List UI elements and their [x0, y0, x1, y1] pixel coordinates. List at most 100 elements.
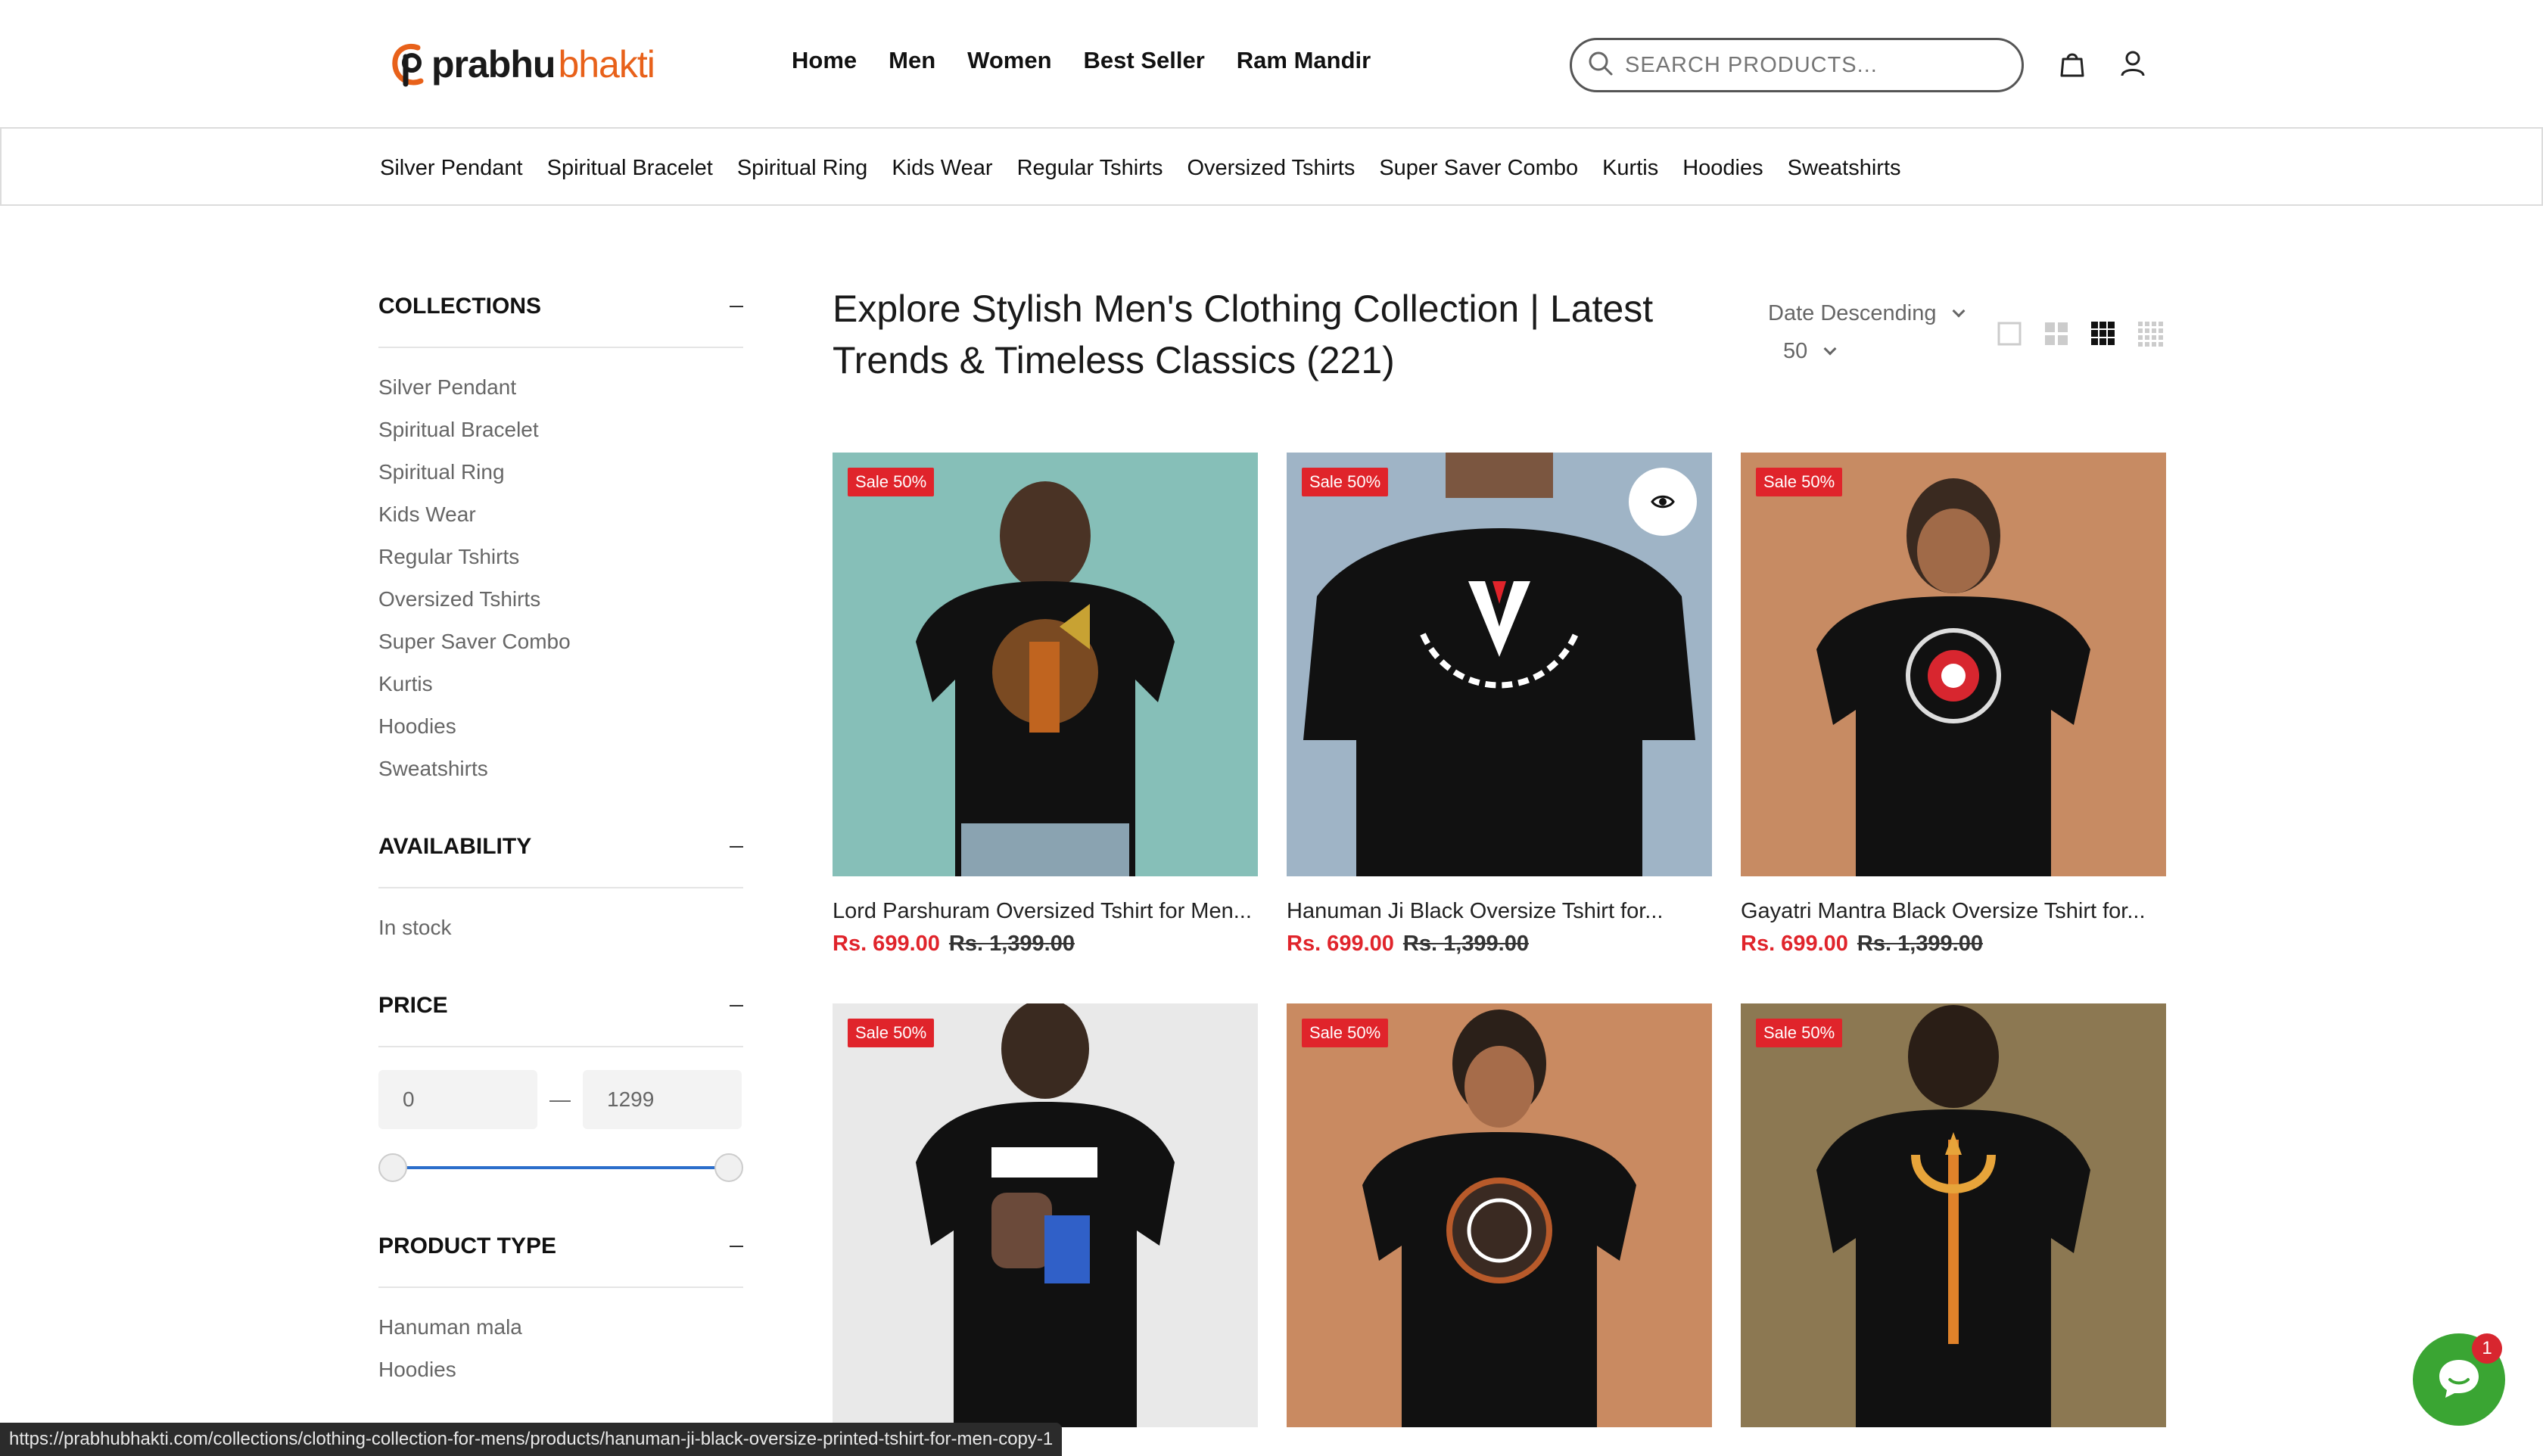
category-link[interactable]: Oversized Tshirts — [1187, 156, 1355, 181]
compare-price: Rs. 1,399.00 — [1402, 932, 1529, 956]
product-title[interactable]: Gayatri Mantra Black Oversize Tshirt for… — [1741, 899, 2166, 924]
product-image[interactable]: Sale 50% — [833, 453, 1258, 876]
sort-dropdown[interactable]: Date Descending — [1768, 301, 1966, 326]
nav-home[interactable]: Home — [792, 47, 857, 74]
product-image[interactable]: Sale 50% — [1741, 1003, 2166, 1427]
price-max-input[interactable]: 1299 — [583, 1070, 742, 1129]
product-type-filter-item[interactable]: Hanuman mala — [378, 1306, 743, 1349]
price-slider-track — [394, 1166, 728, 1169]
product-prices: Rs. 699.00 Rs. 1,399.00 — [1287, 932, 1712, 957]
product-title[interactable]: Lord Parshuram Oversized Tshirt for Men.… — [833, 899, 1258, 924]
nav-men[interactable]: Men — [889, 47, 935, 74]
product-image[interactable]: Sale 50% — [1287, 453, 1712, 876]
availability-list: In stock — [378, 888, 743, 949]
product-card[interactable]: Sale 50% Hanuman Ji Black Oversize Tshir… — [1287, 453, 1712, 957]
category-link[interactable]: Super Saver Combo — [1379, 156, 1578, 181]
collection-filter-item[interactable]: Kurtis — [378, 663, 743, 705]
category-link[interactable]: Silver Pendant — [380, 156, 523, 181]
collapse-icon[interactable] — [730, 846, 743, 848]
collection-filter-item[interactable]: Spiritual Bracelet — [378, 409, 743, 451]
sale-badge: Sale 50% — [1302, 468, 1389, 496]
price-separator: — — [549, 1087, 571, 1111]
category-link[interactable]: Spiritual Ring — [737, 156, 867, 181]
user-account-icon[interactable] — [2118, 48, 2148, 79]
search-input[interactable] — [1625, 52, 2003, 78]
search-bar — [1570, 38, 2024, 92]
collection-filter-item[interactable]: Spiritual Ring — [378, 451, 743, 493]
product-card[interactable]: Sale 50% — [833, 1003, 1258, 1427]
collapse-icon[interactable] — [730, 1005, 743, 1006]
filter-product-type-header[interactable]: PRODUCT TYPE — [378, 1227, 743, 1288]
sale-badge: Sale 50% — [1756, 468, 1843, 496]
product-card[interactable]: Sale 50% Gayatri Mantra Black Oversize T… — [1741, 453, 2166, 957]
chevron-down-icon — [1952, 304, 1966, 318]
product-prices: Rs. 699.00 Rs. 1,399.00 — [1741, 932, 2166, 957]
filter-collections-title: COLLECTIONS — [378, 294, 541, 319]
nav-best-seller[interactable]: Best Seller — [1084, 47, 1205, 74]
grid-4-column-icon[interactable] — [2137, 321, 2163, 347]
chat-bubble-icon — [2435, 1354, 2483, 1406]
sort-value: Date Descending — [1768, 301, 1937, 325]
collection-title: Explore Stylish Men's Clothing Collectio… — [833, 288, 1654, 381]
collection-filter-item[interactable]: Sweatshirts — [378, 748, 743, 790]
logo-mark-icon — [389, 40, 428, 89]
search-icon[interactable] — [1587, 50, 1614, 81]
filter-price-title: PRICE — [378, 993, 448, 1018]
shopping-bag-icon[interactable] — [2057, 48, 2087, 79]
per-page-dropdown[interactable]: 50 — [1783, 339, 1837, 364]
sale-badge: Sale 50% — [848, 468, 935, 496]
brand-name-part2: bhakti — [558, 43, 655, 86]
collection-filter-item[interactable]: Silver Pendant — [378, 366, 743, 409]
collection-filter-item[interactable]: Super Saver Combo — [378, 621, 743, 663]
product-card[interactable]: Sale 50% Lord Parshuram Oversized Tshirt… — [833, 453, 1258, 957]
collapse-icon[interactable] — [730, 306, 743, 307]
collapse-icon[interactable] — [730, 1246, 743, 1247]
brand-logo[interactable]: prabhu bhakti — [389, 38, 655, 91]
category-link[interactable]: Sweatshirts — [1788, 156, 1901, 181]
category-link[interactable]: Regular Tshirts — [1017, 156, 1163, 181]
chevron-down-icon — [1823, 342, 1837, 356]
nav-ram-mandir[interactable]: Ram Mandir — [1237, 47, 1371, 74]
chat-unread-badge: 1 — [2472, 1333, 2502, 1364]
site-header: prabhu bhakti Home Men Women Best Seller … — [0, 0, 2543, 127]
sale-badge: Sale 50% — [1756, 1019, 1843, 1047]
product-image[interactable]: Sale 50% — [833, 1003, 1258, 1427]
price-min-input[interactable]: 0 — [378, 1070, 537, 1129]
collection-filter-item[interactable]: Oversized Tshirts — [378, 578, 743, 621]
product-card[interactable]: Sale 50% — [1287, 1003, 1712, 1427]
price-slider-min-handle[interactable] — [378, 1153, 407, 1182]
price-range-inputs: 0 — 1299 — [378, 1070, 743, 1129]
sale-badge: Sale 50% — [1302, 1019, 1389, 1047]
filter-price-header[interactable]: PRICE — [378, 987, 743, 1047]
price-slider[interactable] — [378, 1152, 743, 1182]
product-image[interactable]: Sale 50% — [1287, 1003, 1712, 1427]
product-type-filter-item[interactable]: Hoodies — [378, 1349, 743, 1391]
product-image[interactable]: Sale 50% — [1741, 453, 2166, 876]
sale-price: Rs. 699.00 — [1287, 932, 1394, 956]
grid-2-column-icon[interactable] — [2043, 321, 2069, 347]
category-link[interactable]: Hoodies — [1682, 156, 1763, 181]
category-link[interactable]: Spiritual Bracelet — [547, 156, 713, 181]
availability-filter-item[interactable]: In stock — [378, 907, 743, 949]
product-title[interactable]: Hanuman Ji Black Oversize Tshirt for... — [1287, 899, 1712, 924]
category-bar: Silver Pendant Spiritual Bracelet Spirit… — [0, 127, 2543, 206]
brand-name-part1: prabhu — [431, 43, 556, 86]
nav-women[interactable]: Women — [967, 47, 1051, 74]
quick-view-eye-icon[interactable] — [1629, 468, 1697, 536]
price-slider-max-handle[interactable] — [714, 1153, 743, 1182]
product-prices: Rs. 699.00 Rs. 1,399.00 — [833, 932, 1258, 957]
filter-product-type-title: PRODUCT TYPE — [378, 1234, 557, 1258]
category-link[interactable]: Kurtis — [1602, 156, 1658, 181]
grid-3-column-icon[interactable] — [2090, 321, 2116, 347]
category-list: Silver Pendant Spiritual Bracelet Spirit… — [380, 156, 1901, 181]
filter-collections-header[interactable]: COLLECTIONS — [378, 288, 743, 348]
main-nav: Home Men Women Best Seller Ram Mandir — [792, 47, 1371, 74]
collection-filter-item[interactable]: Regular Tshirts — [378, 536, 743, 578]
sale-price: Rs. 699.00 — [833, 932, 940, 956]
product-card[interactable]: Sale 50% — [1741, 1003, 2166, 1427]
collection-filter-item[interactable]: Kids Wear — [378, 493, 743, 536]
grid-1-column-icon[interactable] — [1997, 321, 2022, 347]
filter-availability-header[interactable]: AVAILABILITY — [378, 828, 743, 888]
category-link[interactable]: Kids Wear — [892, 156, 992, 181]
collection-filter-item[interactable]: Hoodies — [378, 705, 743, 748]
